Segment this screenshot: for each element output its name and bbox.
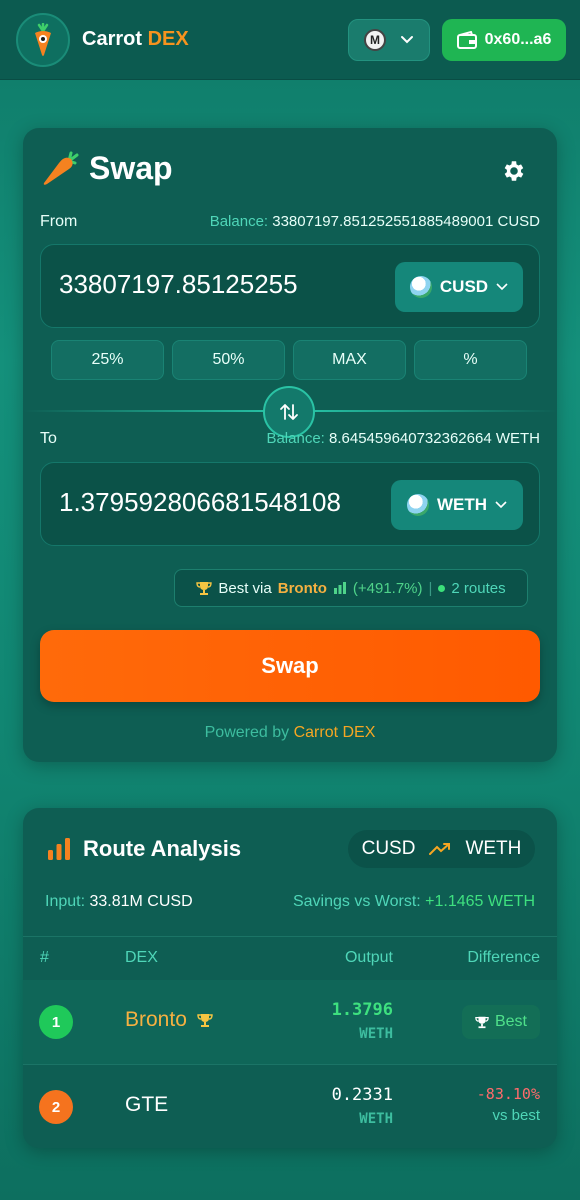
dex-name: Bronto [125, 1008, 213, 1032]
best-route-dex: Bronto [277, 579, 327, 597]
from-balance[interactable]: Balance: 33807197.851252551885489001 CUS… [210, 213, 540, 230]
output-unit: WETH [359, 1026, 393, 1042]
best-badge: Best [462, 1005, 540, 1039]
col-difference: Difference [467, 949, 540, 966]
carrot-icon [43, 151, 79, 185]
swap-button[interactable]: Swap [40, 630, 540, 702]
carrot-logo-icon[interactable] [16, 12, 70, 67]
best-badge-text: Best [494, 1013, 527, 1030]
percent-50-button[interactable]: 50% [172, 340, 285, 380]
savings-value: +1.1465 WETH [425, 893, 535, 910]
from-amount-input[interactable]: 33807197.85125255 [59, 269, 298, 300]
difference-cell: -83.10% vs best [477, 1085, 540, 1124]
from-amount-box: 33807197.85125255 CUSD [40, 244, 540, 328]
swap-card: Swap From Balance: 33807197.851252551885… [23, 128, 557, 762]
network-icon: M [364, 29, 386, 51]
swap-arrows-icon [280, 404, 298, 420]
table-row[interactable]: 1 Bronto 1.3796 WETH Best [23, 980, 557, 1064]
difference-sub: vs best [492, 1107, 540, 1124]
trophy-icon [197, 1014, 213, 1027]
savings-summary: Savings vs Worst: +1.1465 WETH [293, 893, 535, 911]
route-analysis-title-text: Route Analysis [83, 836, 242, 861]
chevron-down-icon [401, 36, 413, 44]
input-key: Input: [45, 893, 86, 910]
wallet-button[interactable]: 0x60...a6 [442, 19, 566, 61]
powered-by: Powered by Carrot DEX [23, 724, 557, 742]
output-unit: WETH [359, 1111, 393, 1127]
to-token-selector[interactable]: WETH [391, 480, 523, 530]
powered-brand[interactable]: Carrot DEX [294, 724, 376, 741]
input-summary: Input: 33.81M CUSD [45, 893, 193, 911]
swap-title-text: Swap [89, 150, 173, 186]
swap-title: Swap [41, 150, 173, 187]
dex-name-text: Bronto [125, 1008, 187, 1031]
savings-key: Savings vs Worst: [292, 893, 421, 910]
status-dot [438, 584, 446, 592]
output-value: 0.2331 [331, 1085, 393, 1105]
table-header: # DEX Output Difference [23, 936, 557, 980]
output-cell: 1.3796 WETH [332, 1000, 393, 1042]
weth-token-icon [406, 494, 429, 516]
col-dex: DEX [125, 949, 158, 966]
brand-name: Carrot DEX [82, 28, 189, 51]
table-row[interactable]: 2 GTE 0.2331 WETH -83.10% vs best [23, 1064, 557, 1148]
custom-percent-button[interactable]: % [414, 340, 527, 380]
rank-badge: 2 [39, 1090, 73, 1124]
output-value: 1.3796 [331, 1000, 393, 1020]
col-rank: # [40, 949, 49, 966]
to-amount-output: 1.379592806681548108 [59, 487, 341, 517]
percent-25-button[interactable]: 25% [51, 340, 164, 380]
from-token-selector[interactable]: CUSD [395, 262, 523, 312]
token-pair-pill: CUSD WETH [348, 830, 535, 868]
trophy-icon [196, 582, 213, 595]
from-label: From [40, 213, 78, 230]
cusd-token-icon [409, 276, 432, 298]
input-value: 33.81M CUSD [89, 893, 193, 910]
chevron-down-icon [495, 501, 507, 509]
powered-prefix: Powered by [204, 724, 290, 741]
brand-main: Carrot [82, 28, 143, 50]
settings-gear-icon[interactable] [501, 158, 527, 189]
route-analysis-card: Route Analysis CUSD WETH Input: 33.81M C… [23, 808, 557, 1148]
rank-badge: 1 [39, 1005, 73, 1039]
pair-to: WETH [465, 838, 522, 859]
from-token-symbol: CUSD [439, 277, 489, 296]
pair-from: CUSD [361, 838, 416, 859]
difference-value: -83.10% [476, 1085, 540, 1103]
from-balance-key: Balance: [209, 213, 269, 230]
max-button[interactable]: MAX [293, 340, 406, 380]
bar-chart-icon [333, 582, 346, 594]
col-output: Output [344, 949, 393, 966]
app-header: Carrot DEX M 0x60...a6 [0, 0, 580, 80]
to-balance-value: 8.645459640732362664 WETH [329, 430, 540, 447]
dex-name: GTE [125, 1093, 168, 1117]
output-cell: 0.2331 WETH [332, 1085, 393, 1127]
dex-name-text: GTE [125, 1093, 169, 1116]
to-balance: Balance: 8.645459640732362664 WETH [266, 430, 540, 447]
to-balance-key: Balance: [266, 430, 325, 447]
chevron-down-icon [496, 283, 508, 291]
bar-chart-icon [48, 838, 70, 860]
best-route-gain: (+491.7%) [352, 579, 423, 597]
trophy-icon [475, 1016, 489, 1029]
to-label: To [40, 430, 57, 447]
best-route-banner[interactable]: Best via Bronto (+491.7%) | 2 routes [174, 569, 528, 607]
to-token-symbol: WETH [436, 495, 488, 514]
trending-up-icon [429, 843, 451, 855]
from-balance-value: 33807197.851252551885489001 CUSD [272, 213, 540, 230]
network-selector-button[interactable]: M [348, 19, 430, 61]
percent-buttons: 25% 50% MAX % [51, 340, 527, 380]
brand-accent: DEX [147, 28, 189, 50]
separator: | [428, 579, 433, 597]
wallet-address: 0x60...a6 [484, 31, 552, 48]
wallet-icon [456, 31, 477, 49]
to-amount-box: 1.379592806681548108 WETH [40, 462, 540, 546]
best-route-prefix: Best via [218, 579, 272, 597]
routes-count: 2 routes [451, 579, 506, 597]
route-analysis-title: Route Analysis [47, 836, 241, 862]
